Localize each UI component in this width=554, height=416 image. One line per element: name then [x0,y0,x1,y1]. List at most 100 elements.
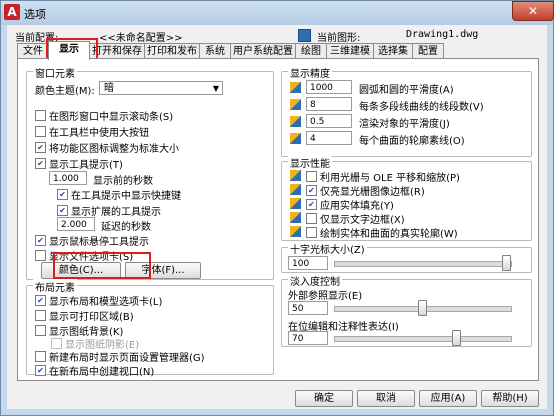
xref-fade-slider-thumb[interactable] [418,300,427,316]
page-setup-manager-checkbox[interactable] [35,351,46,362]
performance-icon [290,198,301,209]
fade-control-title: 淡入度控制 [288,273,342,288]
true-silhouettes-label: 绘制实体和曲面的真实轮廓(W) [320,229,458,240]
raster-ole-checkbox[interactable] [306,171,317,182]
crosshair-size-input[interactable]: 100 [288,256,328,270]
color-scheme-value: 暗 [104,83,114,94]
resolution-icon [290,82,301,93]
layout-model-tabs-checkbox[interactable] [35,295,46,306]
solid-fill-label: 应用实体填充(Y) [320,201,394,212]
tab-display[interactable]: 显示 [48,41,90,60]
window-elements-group: 窗口元素 颜色主题(M): 暗 ▼ 在图形窗口中显示滚动条(S) 在工具栏中使用… [26,65,274,280]
create-viewport-checkbox[interactable] [35,365,46,376]
large-buttons-label: 在工具栏中使用大按钮 [49,128,149,139]
tooltip-delay-input[interactable]: 1.000 [49,171,87,185]
contour-lines-label: 每个曲面的轮廓素线(O) [359,136,465,147]
tab-system[interactable]: 系统 [199,43,231,59]
performance-icon [290,170,301,181]
contour-lines-input[interactable]: 4 [306,131,352,145]
tab-3d-modeling[interactable]: 三维建模 [326,43,374,59]
shortcut-keys-checkbox[interactable] [57,189,68,200]
display-tab-page: 窗口元素 颜色主题(M): 暗 ▼ 在图形窗口中显示滚动条(S) 在工具栏中使用… [17,58,539,381]
color-scheme-label: 颜色主题(M): [35,86,95,97]
render-smoothness-input[interactable]: 0.5 [306,114,352,128]
display-performance-group: 显示性能 利用光栅与 OLE 平移和缩放(P) 仅亮显光栅图像边框(R) 应用实… [281,155,532,241]
layout-elements-title: 布局元素 [33,279,77,294]
arc-smoothness-input[interactable]: 1000 [306,80,352,94]
help-button[interactable]: 帮助(H) [481,390,539,407]
window-title: 选项 [24,8,46,21]
shortcut-keys-label: 在工具提示中显示快捷键 [71,191,181,202]
tab-drafting[interactable]: 绘图 [295,43,327,59]
raster-frame-label: 仅亮显光栅图像边框(R) [320,187,425,198]
close-button[interactable]: ✕ [512,1,554,21]
extended-tooltips-checkbox[interactable] [57,205,68,216]
display-performance-title: 显示性能 [288,155,332,170]
display-resolution-title: 显示精度 [288,65,332,80]
tab-selection[interactable]: 选择集 [373,43,413,59]
tooltip-delay-label: 显示前的秒数 [93,176,153,187]
large-buttons-checkbox[interactable] [35,126,46,137]
polyline-segments-input[interactable]: 8 [306,97,352,111]
render-smoothness-label: 渲染对象的平滑度(J) [359,119,450,130]
performance-icon [290,212,301,223]
xref-fade-input[interactable]: 50 [288,301,328,315]
ribbon-icons-label: 将功能区图标调整为标准大小 [49,144,179,155]
extended-delay-label: 延迟的秒数 [101,222,151,233]
cancel-button[interactable]: 取消 [357,390,415,407]
window-elements-title: 窗口元素 [33,65,77,80]
inplace-fade-slider[interactable] [334,336,512,342]
scrollbars-checkbox[interactable] [35,110,46,121]
printable-area-checkbox[interactable] [35,310,46,321]
resolution-icon [290,133,301,144]
text-frame-label: 仅显示文字边框(X) [320,215,405,226]
performance-icon [290,184,301,195]
tab-plot-publish[interactable]: 打印和发布 [144,43,200,59]
tab-user-preferences[interactable]: 用户系统配置 [230,43,296,59]
true-silhouettes-checkbox[interactable] [306,227,317,238]
drawing-file-icon [298,29,311,42]
paper-background-checkbox[interactable] [35,325,46,336]
crosshair-size-group: 十字光标大小(Z) 100 [281,241,532,273]
rollover-tooltips-checkbox[interactable] [35,235,46,246]
scrollbars-label: 在图形窗口中显示滚动条(S) [49,112,174,123]
apply-button[interactable]: 应用(A) [419,390,477,407]
colors-button-highlight [53,252,151,279]
tab-files[interactable]: 文件 [17,43,49,59]
extended-tooltips-label: 显示扩展的工具提示 [71,207,161,218]
ok-button[interactable]: 确定 [295,390,353,407]
text-frame-checkbox[interactable] [306,213,317,224]
ribbon-icons-checkbox[interactable] [35,142,46,153]
show-tooltips-checkbox[interactable] [35,158,46,169]
resolution-icon [290,116,301,127]
autocad-logo-icon: A [4,4,20,20]
file-tabs-checkbox[interactable] [35,250,46,261]
current-profile-value: <<未命名配置>> [99,33,183,44]
tab-profiles[interactable]: 配置 [412,43,444,59]
crosshair-size-title: 十字光标大小(Z) [288,241,367,256]
xref-fade-label: 外部参照显示(E) [288,291,363,302]
layout-model-tabs-label: 显示布局和模型选项卡(L) [49,297,163,308]
color-scheme-select[interactable]: 暗 ▼ [99,81,223,95]
rollover-tooltips-label: 显示鼠标悬停工具提示 [49,237,149,248]
inplace-fade-slider-thumb[interactable] [451,330,461,346]
raster-frame-checkbox[interactable] [306,185,317,196]
polyline-segments-label: 每条多段线曲线的线段数(V) [359,102,484,113]
performance-icon [290,226,301,237]
display-resolution-group: 显示精度 1000 圆弧和圆的平滑度(A) 8 每条多段线曲线的线段数(V) 0… [281,65,532,157]
options-dialog: A 选项 ✕ 当前配置: <<未命名配置>> 当前图形: Drawing1.dw… [0,0,554,416]
page-setup-manager-label: 新建布局时显示页面设置管理器(G) [49,353,205,364]
show-tooltips-label: 显示工具提示(T) [49,160,123,171]
crosshair-size-slider[interactable] [334,261,512,267]
chevron-down-icon: ▼ [212,84,219,93]
crosshair-size-slider-thumb[interactable] [502,255,511,271]
current-file-value: Drawing1.dwg [406,29,479,40]
inplace-fade-input[interactable]: 70 [288,331,328,345]
layout-elements-group: 布局元素 显示布局和模型选项卡(L) 显示可打印区域(B) 显示图纸背景(K) … [26,279,274,378]
arc-smoothness-label: 圆弧和圆的平滑度(A) [359,85,454,96]
paper-shadow-checkbox[interactable] [51,338,62,349]
create-viewport-label: 在新布局中创建视口(N) [49,367,155,378]
solid-fill-checkbox[interactable] [306,199,317,210]
current-file-label: 当前图形: [317,33,361,44]
extended-delay-input[interactable]: 2.000 [57,217,95,231]
